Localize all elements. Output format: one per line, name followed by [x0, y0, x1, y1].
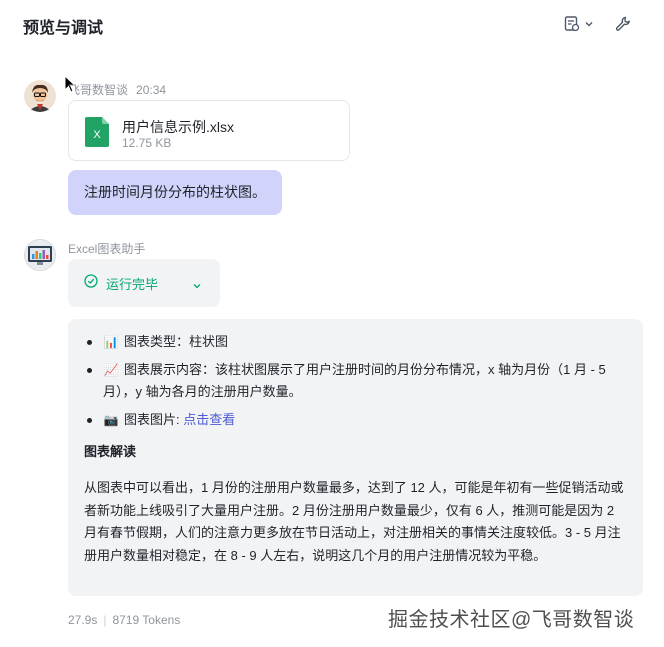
file-size: 12.75 KB	[122, 136, 172, 150]
chat-settings-button[interactable]	[563, 13, 594, 35]
user-message-meta: 飞哥数智谈 20:34	[68, 81, 166, 98]
attachment-file-card[interactable]: X 用户信息示例.xlsx 12.75 KB	[68, 100, 350, 161]
chart-image-label: 图表图片:	[124, 412, 184, 427]
view-chart-link[interactable]: 点击查看	[183, 412, 235, 427]
chart-content-text: 图表展示内容：该柱状图展示了用户注册时间的月份分布情况，x 轴为月份（1 月 -…	[103, 362, 606, 399]
user-avatar	[24, 80, 56, 112]
excel-file-icon: X	[85, 117, 109, 147]
wrench-icon	[614, 15, 632, 33]
page-title: 预览与调试	[23, 20, 104, 37]
header-bar: 预览与调试	[0, 0, 664, 48]
run-status-text: 运行完毕	[106, 276, 159, 292]
bot-avatar	[24, 239, 56, 271]
list-item: 📈 图表展示内容：该柱状图展示了用户注册时间的月份分布情况，x 轴为月份（1 月 …	[84, 359, 627, 403]
list-item: 📷 图表图片: 点击查看	[84, 409, 627, 431]
bot-answer-card: 📊 图表类型：柱状图 📈 图表展示内容：该柱状图展示了用户注册时间的月份分布情况，x…	[68, 319, 643, 596]
run-status-toggle[interactable]: 运行完毕	[68, 259, 220, 307]
chart-type-text: 图表类型：柱状图	[124, 334, 229, 349]
chevron-down-icon	[584, 19, 594, 29]
sender-name: 飞哥数智谈	[68, 83, 129, 97]
chevron-down-icon	[192, 278, 202, 296]
response-duration: 27.9s	[68, 613, 98, 627]
interpretation-paragraph: 从图表中可以看出，1 月份的注册用户数量最多，达到了 12 人，可能是年初有一些…	[84, 480, 624, 563]
response-stats: 27.9s | 8719 Tokens	[68, 613, 180, 627]
trend-chart-icon: 📈	[103, 363, 119, 377]
watermark: 掘金技术社区@飞哥数智谈	[388, 609, 635, 631]
check-circle-icon	[84, 273, 98, 293]
bot-sender-name: Excel图表助手	[68, 242, 146, 256]
camera-icon: 📷	[103, 413, 119, 427]
list-item: 📊 图表类型：柱状图	[84, 331, 627, 353]
stats-divider: |	[103, 613, 107, 627]
tools-button[interactable]	[614, 13, 632, 35]
file-name: 用户信息示例.xlsx	[122, 119, 234, 135]
svg-text:X: X	[93, 129, 101, 141]
chart-info-list: 📊 图表类型：柱状图 📈 图表展示内容：该柱状图展示了用户注册时间的月份分布情况，x…	[84, 331, 627, 431]
user-message-bubble: 注册时间月份分布的柱状图。	[68, 170, 282, 215]
token-count: 8719 Tokens	[112, 613, 181, 627]
chat-settings-icon	[563, 15, 581, 33]
message-time: 20:34	[136, 83, 167, 97]
section-title: 图表解读	[84, 444, 137, 459]
bar-chart-icon: 📊	[103, 335, 119, 349]
